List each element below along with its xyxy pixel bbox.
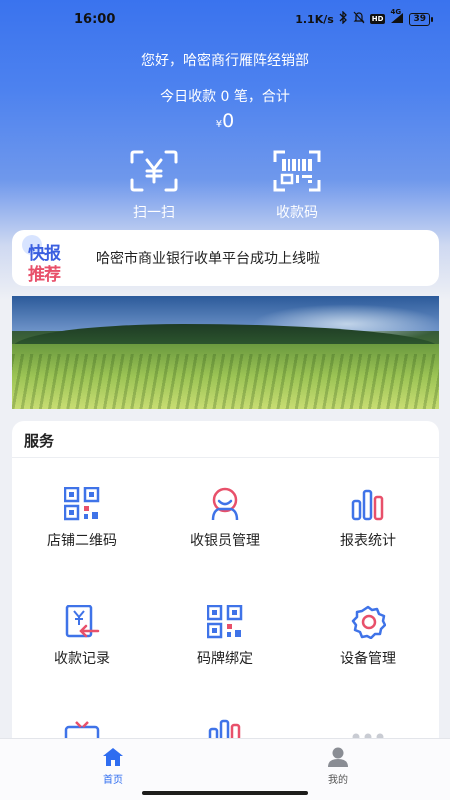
tab-home-label: 首页: [103, 775, 123, 786]
amount-value: 0: [222, 110, 235, 132]
news-headline: 哈密市商业银行收单平台成功上线啦: [96, 251, 320, 267]
qr-code-icon: [64, 487, 100, 521]
network-speed: 1.1K/s: [295, 12, 334, 26]
service-label: 码牌绑定: [197, 651, 253, 667]
hd-badge: HD: [369, 14, 386, 24]
gear-icon: [351, 605, 386, 639]
service-label: 设备管理: [340, 651, 396, 667]
today-summary: 今日收款 0 笔，合计: [160, 89, 290, 105]
tab-home[interactable]: 首页: [73, 747, 153, 786]
news-ticker[interactable]: 快报 推荐 哈密市商业银行收单平台成功上线啦: [12, 230, 439, 286]
news-badge: 快报 推荐: [22, 235, 80, 285]
home-indicator: [142, 791, 308, 795]
news-badge-line2: 推荐: [28, 265, 61, 285]
services-panel: 服务 店铺二维码 收银员管理 报表统计 收款记录 码牌绑定 设备管理: [12, 421, 439, 761]
tab-mine-label: 我的: [328, 775, 348, 786]
scan-label: 扫一扫: [133, 205, 175, 221]
network-type: 4G: [390, 7, 402, 16]
home-icon: [103, 748, 123, 766]
service-device-mgmt[interactable]: 设备管理: [298, 605, 438, 668]
promo-banner[interactable]: [12, 296, 439, 409]
service-label: 报表统计: [340, 533, 396, 549]
payment-code-icon: [273, 150, 321, 192]
service-cashier-mgmt[interactable]: 收银员管理: [155, 487, 295, 550]
bluetooth-icon: [339, 10, 348, 27]
bar-chart-icon: [351, 489, 384, 521]
tab-mine[interactable]: 我的: [298, 747, 378, 786]
service-label: 店铺二维码: [47, 533, 117, 549]
payment-record-icon: [65, 605, 100, 638]
user-icon: [328, 747, 348, 767]
payment-code-button[interactable]: 收款码: [237, 150, 357, 222]
status-indicators: 1.1K/s HD 4G 39: [295, 8, 433, 27]
service-label: 收款记录: [54, 651, 110, 667]
service-label: 收银员管理: [190, 533, 260, 549]
service-shop-qr[interactable]: 店铺二维码: [12, 487, 152, 550]
services-title: 服务: [24, 432, 55, 450]
cashier-user-icon: [211, 487, 239, 521]
scan-yuan-icon: [130, 150, 178, 192]
services-divider: [12, 457, 439, 458]
status-time: 16:00: [74, 12, 116, 27]
service-reports[interactable]: 报表统计: [298, 487, 438, 550]
status-bar: 16:00 1.1K/s HD 4G 39: [0, 0, 450, 40]
banner-crop-rows: [12, 354, 439, 409]
signal-icon: 4G: [390, 8, 404, 27]
today-amount: ¥0: [0, 110, 450, 132]
qr-bind-icon: [207, 605, 243, 639]
scan-button[interactable]: 扫一扫: [94, 150, 214, 222]
merchant-greeting: 您好，哈密商行雁阵经销部: [141, 53, 309, 69]
battery-indicator: 39: [409, 12, 433, 26]
payment-code-label: 收款码: [276, 205, 318, 221]
service-payment-records[interactable]: 收款记录: [12, 605, 152, 668]
service-qr-binding[interactable]: 码牌绑定: [155, 605, 295, 668]
mute-bell-icon: [353, 11, 365, 27]
